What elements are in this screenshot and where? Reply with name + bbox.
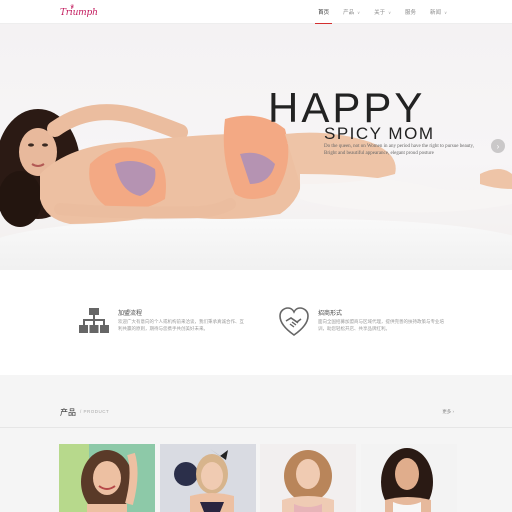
chevron-down-icon: ∨	[388, 9, 392, 15]
product-card[interactable]	[361, 444, 457, 512]
divider	[0, 427, 512, 428]
logo-text: Triumph	[60, 8, 98, 18]
hero-desc-line: Bright and beautiful appearance, elegant…	[324, 151, 434, 156]
hero-banner[interactable]: HAPPY SPICY MOM Do the queen, not on Wom…	[0, 24, 512, 270]
feature-text: 面向全国招募加盟商与区域代理，提供完善的扶持政策与专业培训，助您轻松开店、共享品…	[318, 319, 444, 331]
hero-desc-line: Do the queen, not on Women in any period…	[324, 144, 474, 149]
nav-label: 新闻	[430, 10, 442, 16]
org-chart-icon	[79, 308, 109, 333]
nav-label: 关于	[374, 10, 386, 16]
product-card[interactable]	[160, 444, 256, 512]
nav-item-news[interactable]: 新闻 ∨	[423, 0, 454, 24]
handshake-icon	[279, 307, 309, 336]
product-image	[361, 444, 457, 512]
nav-item-home[interactable]: 首页	[311, 0, 336, 24]
hero-description: Do the queen, not on Women in any period…	[324, 143, 494, 157]
chevron-down-icon: ∨	[444, 9, 447, 15]
products-title: 产品	[60, 408, 76, 417]
products-subtitle: / PRODUCT	[80, 409, 110, 414]
feature-title: 招商形式	[318, 311, 343, 317]
more-products-link[interactable]: 更多 ›	[442, 409, 454, 415]
nav-label: 服务	[405, 10, 417, 16]
nav-item-products[interactable]: 产品 ∨	[336, 0, 367, 24]
page: ♛ Triumph 首页 产品 ∨ 关于 ∨ 服务 新闻 ∨ HAPPY SPI…	[0, 0, 512, 512]
hero-subtitle: SPICY MOM	[324, 124, 435, 143]
brand-logo[interactable]: ♛ Triumph	[60, 4, 98, 19]
site-header: ♛ Triumph 首页 产品 ∨ 关于 ∨ 服务 新闻 ∨	[0, 0, 512, 24]
chevron-right-icon: ›	[496, 141, 500, 151]
product-card[interactable]	[260, 444, 356, 512]
product-image	[260, 444, 356, 512]
product-image	[59, 444, 155, 512]
products-section: 产品 / PRODUCT 更多 ›	[0, 375, 512, 512]
main-nav: 首页 产品 ∨ 关于 ∨ 服务 新闻 ∨	[311, 0, 454, 24]
feature-text: 欢迎广大有意向的个人或机构前来洽谈，我们秉承真诚合作、互利共赢的原则，期待与您携…	[118, 319, 244, 331]
features-section: 加盟流程 欢迎广大有意向的个人或机构前来洽谈，我们秉承真诚合作、互利共赢的原则，…	[0, 270, 512, 375]
product-image	[160, 444, 256, 512]
next-slide-button[interactable]: ›	[491, 139, 505, 153]
nav-item-about[interactable]: 关于 ∨	[367, 0, 398, 24]
product-card[interactable]	[59, 444, 155, 512]
feature-title: 加盟流程	[118, 311, 143, 317]
chevron-down-icon: ∨	[357, 9, 361, 15]
nav-label: 首页	[318, 10, 330, 16]
nav-label: 产品	[343, 10, 355, 16]
nav-item-service[interactable]: 服务	[398, 0, 423, 24]
